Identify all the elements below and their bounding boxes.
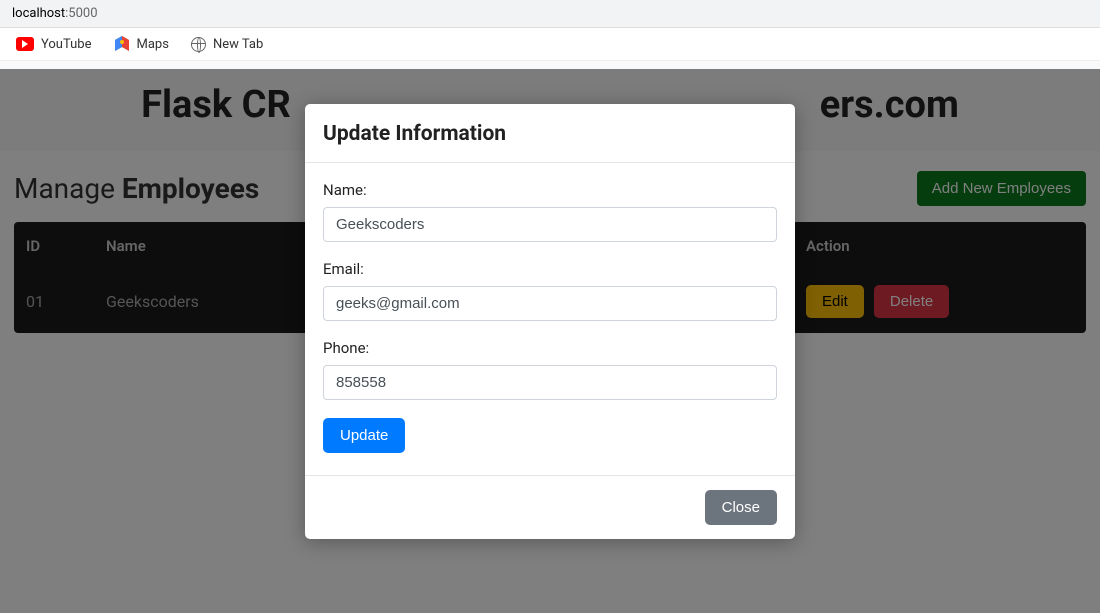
email-label: Email:	[323, 260, 777, 278]
url-host: localhost	[12, 6, 65, 21]
bookmark-youtube[interactable]: YouTube	[16, 37, 92, 52]
form-group-email: Email:	[323, 260, 777, 321]
modal-header: Update Information	[305, 104, 795, 163]
form-group-phone: Phone:	[323, 339, 777, 400]
update-button[interactable]: Update	[323, 418, 405, 453]
name-label: Name:	[323, 181, 777, 199]
bookmark-maps[interactable]: Maps	[114, 36, 169, 52]
modal-footer: Close	[305, 475, 795, 539]
name-input[interactable]	[323, 207, 777, 242]
bookmark-label: Maps	[137, 37, 169, 52]
phone-label: Phone:	[323, 339, 777, 357]
youtube-icon	[16, 37, 34, 51]
bookmarks-bar: YouTube Maps New Tab	[0, 28, 1100, 61]
url-bar[interactable]: localhost:5000	[0, 0, 1100, 28]
bookmark-label: YouTube	[41, 37, 92, 52]
bookmark-newtab[interactable]: New Tab	[191, 37, 263, 52]
bookmark-label: New Tab	[213, 37, 263, 52]
modal-body: Name: Email: Phone: Update	[305, 163, 795, 475]
form-group-name: Name:	[323, 181, 777, 242]
modal-title: Update Information	[323, 122, 777, 146]
email-input[interactable]	[323, 286, 777, 321]
maps-icon	[114, 36, 130, 52]
globe-icon	[191, 37, 206, 52]
url-port: :5000	[65, 6, 97, 21]
close-button[interactable]: Close	[705, 490, 777, 525]
update-modal: Update Information Name: Email: Phone: U…	[305, 104, 795, 539]
phone-input[interactable]	[323, 365, 777, 400]
